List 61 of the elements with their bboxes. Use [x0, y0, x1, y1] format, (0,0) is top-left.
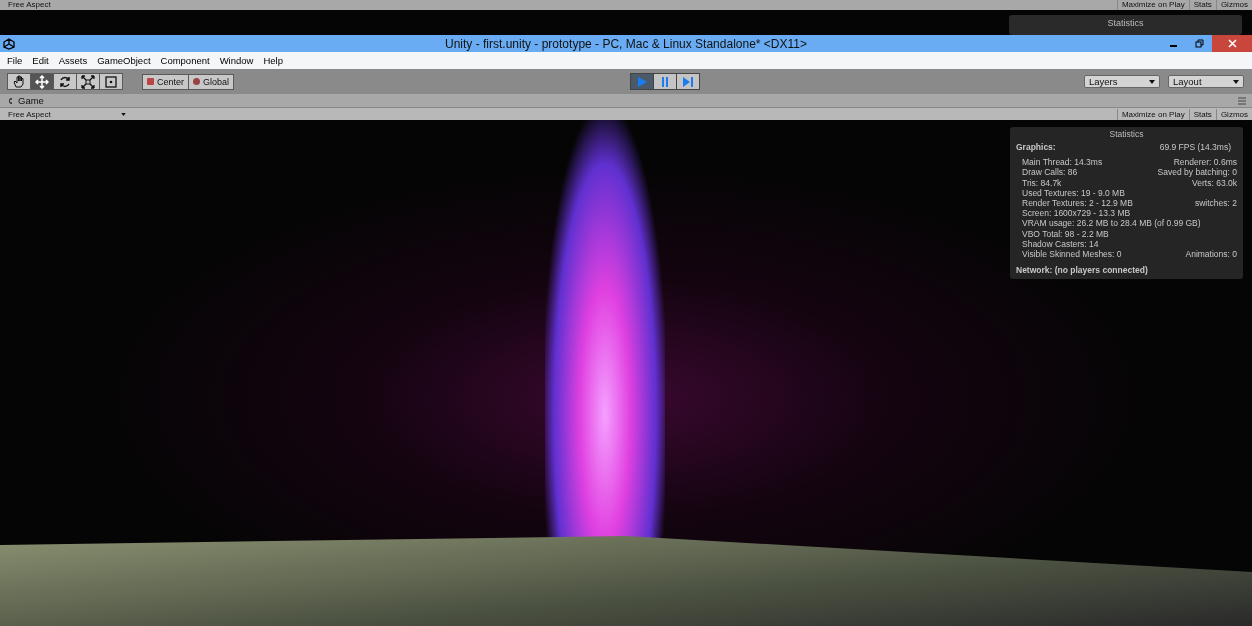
stat-text: Renderer: 0.6ms [1173, 157, 1237, 168]
network-status: Network: (no players connected) [1016, 265, 1149, 276]
close-button[interactable] [1212, 35, 1252, 52]
stat-label: Graphics: [1016, 142, 1056, 153]
restore-icon [1194, 39, 1204, 48]
play-icon [635, 75, 648, 88]
toolbar-button[interactable]: Maximize on Play [1116, 108, 1189, 120]
stat-text: Render Textures: 2 - 12.9 MB [1022, 198, 1133, 209]
menu-item[interactable]: GameObject [92, 55, 156, 66]
close-icon [1227, 39, 1237, 48]
dropdown[interactable]: Layout [1168, 75, 1244, 88]
step-icon [681, 75, 694, 88]
stat-text: Draw Calls: 86 [1022, 167, 1079, 178]
tool-button[interactable] [7, 73, 31, 90]
menu-item[interactable]: Edit [27, 55, 54, 66]
toolbar-button[interactable]: Gizmos [1215, 108, 1252, 120]
menu-item[interactable]: Assets [53, 55, 93, 66]
move-icon [35, 74, 49, 89]
aspect-dropdown[interactable]: Free Aspect [0, 109, 128, 119]
caret-icon [120, 112, 126, 116]
stat-text: VBO Total: 98 - 2.2 MB [1022, 228, 1110, 239]
playback-button[interactable] [629, 73, 654, 90]
menu-item[interactable]: Component [155, 55, 215, 66]
pivot-button[interactable]: Global [188, 73, 235, 90]
stat-text: VRAM usage: 26.2 MB to 28.4 MB (of 0.99 GB) [1022, 218, 1201, 229]
tool-button[interactable] [76, 73, 100, 90]
stat-text: Verts: 63.0k [1192, 177, 1237, 188]
stat-text: Animations: 0 [1185, 249, 1237, 260]
statistics-title: Statistics [1108, 129, 1145, 139]
menu-item[interactable]: File [2, 55, 28, 66]
game-tab[interactable]: Game [6, 95, 44, 106]
stat-text: Shadow Casters: 14 [1022, 238, 1100, 250]
stat-text: Main Thread: 14.3ms [1022, 157, 1104, 168]
logo-icon [3, 37, 15, 50]
tool-button[interactable] [53, 73, 77, 90]
stat-text: switches: 2 [1194, 198, 1237, 209]
aspect-label: Free Aspect [7, 0, 52, 10]
game-tab-icon [6, 96, 14, 105]
pivot-button[interactable]: Center [142, 73, 189, 90]
playback-button[interactable] [675, 73, 700, 90]
stat-text: Visible Skinned Meshes: 0 [1022, 249, 1122, 260]
statistics-title: Statistics [1107, 18, 1144, 28]
rect-tool-icon [104, 74, 118, 89]
caret-icon [1233, 79, 1239, 84]
caret-icon [1149, 79, 1155, 84]
stat-text: Used Textures: 19 - 9.0 MB [1022, 187, 1125, 198]
dropdown[interactable]: Layers [1084, 75, 1160, 88]
stat-text: Saved by batching: 0 [1157, 167, 1237, 178]
hand-icon [12, 74, 26, 89]
toolbar-button[interactable]: Stats [1188, 108, 1216, 120]
stat-value: 69.9 FPS (14.3ms) [1159, 142, 1231, 153]
tool-button[interactable] [30, 73, 54, 90]
playback-button[interactable] [652, 73, 677, 90]
stat-text: Tris: 84.7k [1022, 177, 1063, 188]
stat-text: Screen: 1600x729 - 13.3 MB [1022, 208, 1131, 219]
window-title: Unity - first.unity - prototype - PC, Mac & Linux Standalone* <DX11> [444, 36, 808, 51]
tool-button[interactable] [99, 73, 123, 90]
menu-item[interactable]: Window [214, 55, 259, 66]
rotate-icon [58, 74, 72, 89]
menu-item[interactable]: Help [258, 55, 288, 66]
scale-icon [81, 74, 95, 89]
